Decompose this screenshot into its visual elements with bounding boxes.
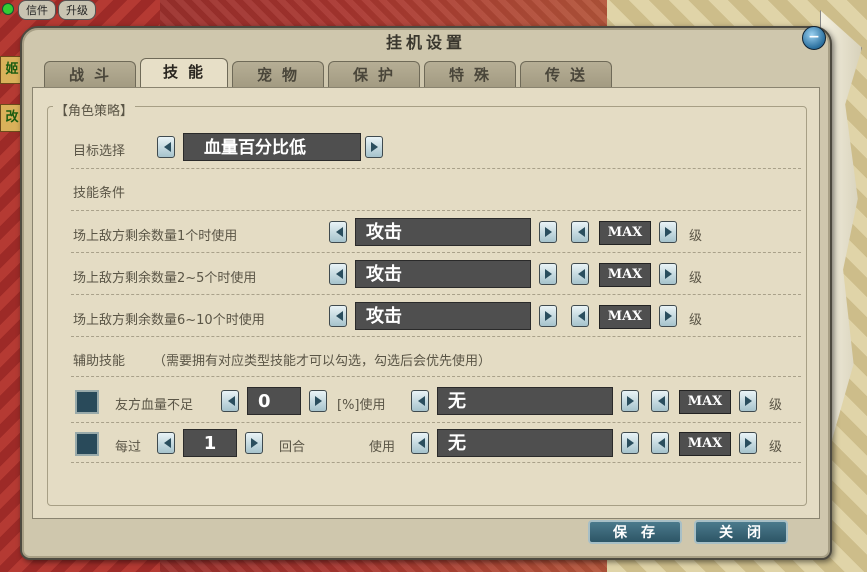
level-next-arrow-icon[interactable] — [739, 390, 757, 412]
tab-protect[interactable]: 保护 — [328, 61, 420, 87]
level-value: MAX — [599, 263, 651, 287]
tab-skill[interactable]: 技能 — [140, 58, 228, 87]
skill-select-value: 无 — [437, 387, 613, 415]
skill-next-arrow-icon[interactable] — [539, 263, 557, 285]
level-prev-arrow-icon[interactable] — [571, 263, 589, 285]
level-next-arrow-icon[interactable] — [659, 263, 677, 285]
divider — [71, 336, 801, 337]
aux-suffix: 回合 — [279, 440, 306, 455]
round-next-arrow-icon[interactable] — [245, 432, 263, 454]
skill-prev-arrow-icon[interactable] — [329, 305, 347, 327]
skill-next-arrow-icon[interactable] — [621, 432, 639, 454]
tab-pet[interactable]: 宠物 — [232, 61, 324, 87]
aux-skill-label: 辅助技能 — [73, 354, 126, 369]
hud-top-bar: 信件 升级 — [0, 0, 96, 20]
window-title: 挂机设置 — [385, 33, 466, 52]
tab-bar: 战斗 技能 宠物 保护 特殊 传送 — [44, 58, 612, 87]
level-next-arrow-icon[interactable] — [659, 305, 677, 327]
level-value: MAX — [599, 305, 651, 329]
hp-percent-value: 0 — [247, 387, 301, 415]
level-unit: 级 — [769, 440, 783, 455]
skill-select-value: 攻击 — [355, 260, 531, 288]
level-next-arrow-icon[interactable] — [739, 432, 757, 454]
level-prev-arrow-icon[interactable] — [571, 221, 589, 243]
divider — [71, 462, 801, 463]
auto-battle-settings-window: 挂机设置 − 战斗 技能 宠物 保护 特殊 传送 【角色策略】 目标选择 血量百… — [20, 26, 832, 560]
level-unit: 级 — [689, 229, 703, 244]
tab-teleport[interactable]: 传送 — [520, 61, 612, 87]
mail-button[interactable]: 信件 — [18, 0, 56, 20]
skill-select-value: 无 — [437, 429, 613, 457]
skill-select-value: 攻击 — [355, 302, 531, 330]
aux-prefix: 友方血量不足 — [115, 398, 194, 413]
skill-prev-arrow-icon[interactable] — [411, 390, 429, 412]
close-button[interactable]: 关闭 — [694, 520, 788, 544]
minimize-icon[interactable]: − — [802, 26, 826, 50]
condition-row-label: 场上敌方剩余数量1个时使用 — [73, 229, 238, 244]
target-prev-arrow-icon[interactable] — [157, 136, 175, 158]
aux-suffix: [%]使用 — [337, 398, 386, 413]
divider — [71, 252, 801, 253]
strategy-legend: 【角色策略】 — [53, 100, 136, 119]
round-prev-arrow-icon[interactable] — [157, 432, 175, 454]
divider — [71, 210, 801, 211]
skill-panel: 【角色策略】 目标选择 血量百分比低 技能条件 场上敌方剩余数量1个时使用 攻击… — [32, 87, 820, 519]
level-prev-arrow-icon[interactable] — [651, 432, 669, 454]
level-value: MAX — [599, 221, 651, 245]
condition-row-label: 场上敌方剩余数量6~10个时使用 — [73, 313, 265, 328]
skill-condition-label: 技能条件 — [73, 186, 126, 201]
divider — [71, 294, 801, 295]
divider — [71, 422, 801, 423]
divider — [71, 376, 801, 377]
aux-checkbox-round[interactable] — [75, 432, 99, 456]
skill-prev-arrow-icon[interactable] — [329, 221, 347, 243]
hp-next-arrow-icon[interactable] — [309, 390, 327, 412]
level-unit: 级 — [769, 398, 783, 413]
aux-skill-note: （需要拥有对应类型技能才可以勾选，勾选后会优先使用） — [153, 354, 492, 369]
level-prev-arrow-icon[interactable] — [651, 390, 669, 412]
level-unit: 级 — [689, 313, 703, 328]
level-value: MAX — [679, 390, 731, 414]
status-dot-icon — [2, 3, 14, 15]
tab-battle[interactable]: 战斗 — [44, 61, 136, 87]
target-select-value: 血量百分比低 — [183, 133, 361, 161]
level-unit: 级 — [689, 271, 703, 286]
level-value: MAX — [679, 432, 731, 456]
tab-special[interactable]: 特殊 — [424, 61, 516, 87]
target-next-arrow-icon[interactable] — [365, 136, 383, 158]
target-select-label: 目标选择 — [73, 144, 126, 159]
use-label: 使用 — [369, 440, 396, 455]
skill-next-arrow-icon[interactable] — [539, 221, 557, 243]
round-value: 1 — [183, 429, 237, 457]
skill-prev-arrow-icon[interactable] — [329, 263, 347, 285]
condition-row-label: 场上敌方剩余数量2~5个时使用 — [73, 271, 257, 286]
skill-next-arrow-icon[interactable] — [621, 390, 639, 412]
skill-prev-arrow-icon[interactable] — [411, 432, 429, 454]
save-button[interactable]: 保存 — [588, 520, 682, 544]
level-prev-arrow-icon[interactable] — [571, 305, 589, 327]
aux-prefix: 每过 — [115, 440, 142, 455]
aux-checkbox-hp[interactable] — [75, 390, 99, 414]
upgrade-button[interactable]: 升级 — [58, 0, 96, 20]
skill-next-arrow-icon[interactable] — [539, 305, 557, 327]
hp-prev-arrow-icon[interactable] — [221, 390, 239, 412]
skill-select-value: 攻击 — [355, 218, 531, 246]
level-next-arrow-icon[interactable] — [659, 221, 677, 243]
divider — [71, 168, 801, 169]
